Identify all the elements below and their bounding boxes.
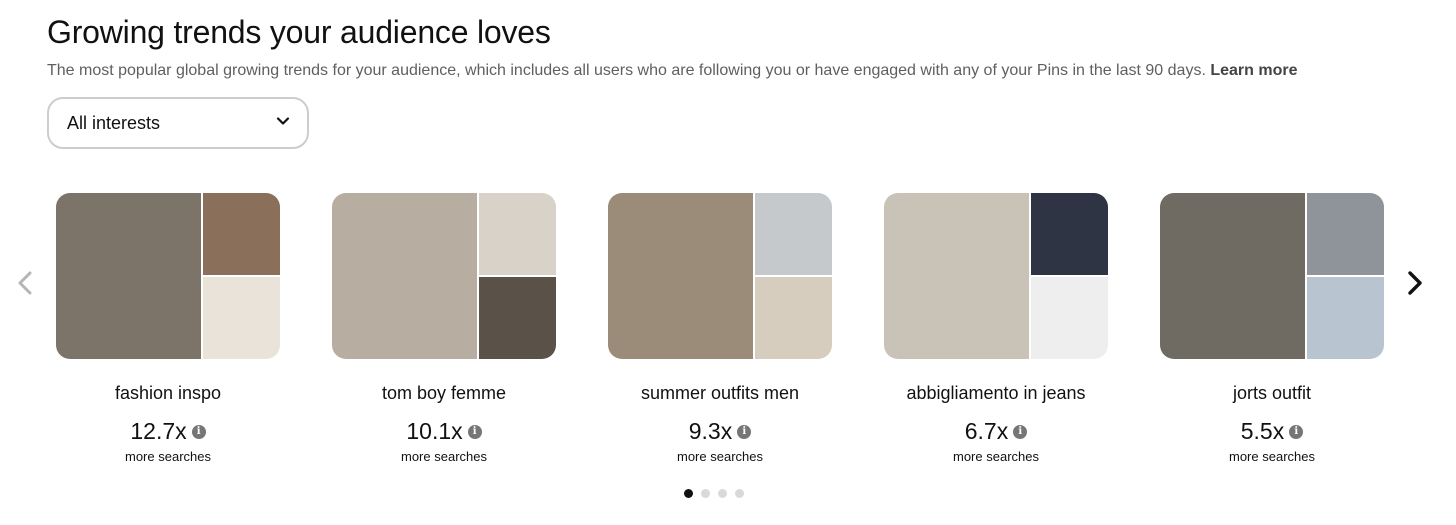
carousel-prev-button[interactable] xyxy=(10,268,40,302)
trend-image xyxy=(332,193,477,359)
trend-image xyxy=(56,193,201,359)
learn-more-link[interactable]: Learn more xyxy=(1210,62,1297,79)
trend-image xyxy=(1031,193,1108,275)
info-icon[interactable]: i xyxy=(1013,424,1028,439)
page-title: Growing trends your audience loves xyxy=(47,14,551,50)
trend-name[interactable]: fashion inspo xyxy=(56,383,280,404)
chevron-left-icon xyxy=(15,270,35,301)
info-icon[interactable]: i xyxy=(737,424,752,439)
trend-image-collage[interactable] xyxy=(1160,193,1384,359)
trend-growth-value: 12.7x xyxy=(130,418,187,444)
info-icon[interactable]: i xyxy=(467,424,482,439)
trend-image xyxy=(884,193,1029,359)
trend-image xyxy=(1307,193,1384,275)
trend-growth-caption: more searches xyxy=(953,449,1039,464)
trend-image-collage[interactable] xyxy=(332,193,556,359)
pagination-dot[interactable] xyxy=(718,489,727,498)
trend-growth-caption: more searches xyxy=(401,449,487,464)
trend-name[interactable]: tom boy femme xyxy=(332,383,556,404)
trend-image xyxy=(479,193,556,275)
pagination-dot[interactable] xyxy=(684,489,693,498)
trend-growth-caption: more searches xyxy=(1229,449,1315,464)
trend-card[interactable]: fashion inspo 12.7x i more searches xyxy=(56,193,280,464)
trend-image xyxy=(203,277,280,359)
trend-card[interactable]: tom boy femme 10.1x i more searches xyxy=(332,193,556,464)
trend-image-collage[interactable] xyxy=(608,193,832,359)
pagination-dot[interactable] xyxy=(735,489,744,498)
trend-image-collage[interactable] xyxy=(56,193,280,359)
trend-growth-caption: more searches xyxy=(677,449,763,464)
trend-growth: 6.7x i xyxy=(884,418,1108,445)
page-description: The most popular global growing trends f… xyxy=(47,62,1297,80)
chevron-right-icon xyxy=(1405,270,1425,301)
info-icon[interactable]: i xyxy=(191,424,206,439)
trend-image xyxy=(755,277,832,359)
trend-growth-value: 6.7x xyxy=(964,418,1009,444)
interests-dropdown-value: All interests xyxy=(67,112,161,133)
trend-growth-value: 9.3x xyxy=(688,418,733,444)
trend-image-collage[interactable] xyxy=(884,193,1108,359)
interests-dropdown[interactable]: All interests xyxy=(47,97,309,149)
trend-image xyxy=(608,193,753,359)
pagination-dot[interactable] xyxy=(701,489,710,498)
trend-image xyxy=(755,193,832,275)
trend-growth-value: 10.1x xyxy=(406,418,463,444)
trend-growth-caption: more searches xyxy=(125,449,211,464)
carousel-pagination xyxy=(684,489,744,498)
trend-growth: 9.3x i xyxy=(608,418,832,445)
trend-image xyxy=(1160,193,1305,359)
trend-image xyxy=(203,193,280,275)
carousel-next-button[interactable] xyxy=(1400,268,1430,302)
trend-card[interactable]: summer outfits men 9.3x i more searches xyxy=(608,193,832,464)
trend-image xyxy=(1031,277,1108,359)
trend-growth: 5.5x i xyxy=(1160,418,1384,445)
chevron-down-icon xyxy=(275,113,291,134)
description-text: The most popular global growing trends f… xyxy=(47,62,1206,79)
info-icon[interactable]: i xyxy=(1289,424,1304,439)
trend-image xyxy=(1307,277,1384,359)
trend-card[interactable]: jorts outfit 5.5x i more searches xyxy=(1160,193,1384,464)
trend-card[interactable]: abbigliamento in jeans 6.7x i more searches xyxy=(884,193,1108,464)
trend-image xyxy=(479,277,556,359)
trend-growth: 12.7x i xyxy=(56,418,280,445)
trend-name[interactable]: summer outfits men xyxy=(608,383,832,404)
trend-growth-value: 5.5x xyxy=(1240,418,1285,444)
trend-growth: 10.1x i xyxy=(332,418,556,445)
trend-name[interactable]: jorts outfit xyxy=(1160,383,1384,404)
trend-name[interactable]: abbigliamento in jeans xyxy=(884,383,1108,404)
